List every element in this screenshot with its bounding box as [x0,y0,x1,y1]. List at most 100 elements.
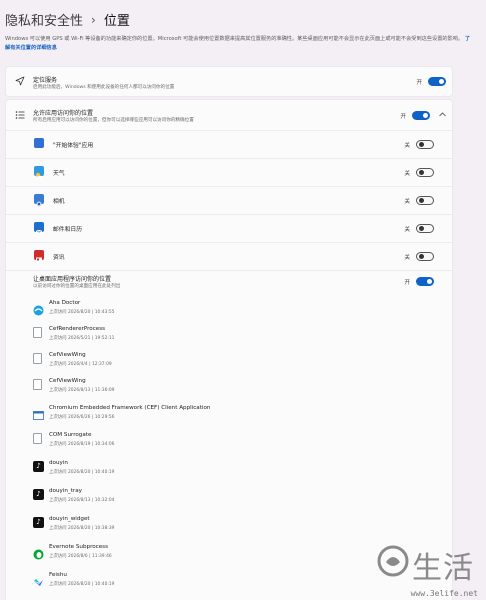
app-row-mail: 邮件和日历 关 [6,215,452,242]
app-name: Feishu [49,572,67,578]
window-icon [33,406,44,420]
file-icon [33,433,42,444]
page-title: 位置 [103,14,130,29]
breadcrumb-privacy[interactable]: 隐私和安全性 [5,10,83,29]
app-name: douyin_tray [49,488,82,494]
app-access-title: 允许应用访问你的位置 [33,110,94,117]
app-access-header[interactable]: 允许应用访问你的位置 所有启用应用可以访问你的位置，但你可以选择哪些应用可以访问… [6,100,452,130]
douyin-icon: ♪ [33,517,44,528]
last-access-time: 上次访问 2026/8/13 | 10:32:04 [49,498,115,503]
app-name: Aha Doctor [49,300,81,306]
app-name: Evernote Subprocess [49,544,109,550]
chevron-up-icon[interactable] [439,111,446,119]
app-access-state: 开 [400,113,406,120]
description-text: Windows 可以使用 GPS 或 Wi-Fi 等设备的功能来确定你的位置。M… [5,36,464,42]
weather-icon [34,166,44,180]
app-row-weather: 天气 关 [6,159,452,186]
page-header: 隐私和安全性 › 位置 [5,10,130,30]
desktop-access-toggle-group: 开 [402,277,434,286]
douyin-icon: ♪ [33,489,44,500]
last-access-time: 上次访问 2026/8/20 | 10:38:39 [49,526,115,531]
app-toggle-weather[interactable] [416,168,434,177]
app-state: 关 [404,170,410,177]
list-icon [14,110,26,122]
app-toggle-group: 关 [402,252,434,261]
desktop-access-toggle[interactable] [416,277,434,286]
last-access-time: 上次访问 2026/8/19 | 10:34:06 [49,442,115,447]
app-name: CefViewWing [49,378,86,384]
desktop-app-row: Chromium Embedded Framework (CEF) Client… [6,401,452,426]
location-services-toggle-group: 开 [414,77,446,86]
news-icon [34,250,44,263]
last-access-time: 上次访问 2026/8/6 | 11:39:46 [49,554,112,559]
app-toggle-group: 关 [402,140,434,149]
app-toggle-group: 关 [402,196,434,205]
app-access-toggle-group: 开 [398,111,430,120]
app-access-subtitle: 所有启用应用可以访问你的位置，但你可以选择哪些应用可以访问你的精确位置 [33,118,194,123]
app-name: 资讯 [53,255,65,261]
location-services-subtitle: 启用此功能后，Windows 和使用此设备的任何人都可以访问你的位置 [33,85,175,90]
location-services-state: 开 [416,79,422,86]
watermark: 生活 www.3elife.net [374,540,482,598]
desktop-app-row: ♪ douyin 上次访问 2026/8/20 | 10:40:19 [6,456,452,481]
app-toggle-group: 关 [402,224,434,233]
toggle-knob [427,279,432,284]
toggle-knob [423,113,428,118]
toggle-knob [439,79,444,84]
file-icon [33,353,42,364]
app-toggle-group: 关 [402,168,434,177]
app-name: Chromium Embedded Framework (CEF) Client… [49,405,211,411]
toggle-knob [419,170,424,175]
app-name: CefRendererProcess [49,326,106,332]
app-name: "开始体验"应用 [53,143,94,149]
app-name: 相机 [53,199,65,205]
app-toggle-mail[interactable] [416,224,434,233]
app-row-news: 资讯 关 [6,243,452,270]
app-name: douyin_widget [49,516,90,522]
app-toggle-news[interactable] [416,252,434,261]
toggle-knob [419,198,424,203]
app-access-toggle[interactable] [412,111,430,120]
location-arrow-icon [14,76,26,88]
douyin-icon: ♪ [33,461,44,472]
desktop-app-row: COM Surrogate 上次访问 2026/8/19 | 10:34:06 [6,428,452,453]
desktop-app-row: CefRendererProcess 上次访问 2026/5/21 | 19:5… [6,322,452,347]
aha-doctor-icon [33,301,44,316]
breadcrumb-separator: › [91,12,96,27]
app-state: 关 [404,254,410,261]
desktop-access-header: 让桌面应用程序访问你的位置 以前访问过你的位置的桌面应用在此处列出 开 [6,271,452,297]
last-access-time: 上次访问 2026/8/20 | 10:43:55 [49,310,115,315]
app-name: COM Surrogate [49,432,92,438]
last-access-time: 上次访问 2026/5/21 | 19:52:11 [49,336,115,341]
app-name: 天气 [53,171,65,177]
app-toggle-get-started[interactable] [416,140,434,149]
app-access-card: 允许应用访问你的位置 所有启用应用可以访问你的位置，但你可以选择哪些应用可以访问… [5,99,453,600]
app-row-get-started: "开始体验"应用 关 [6,131,452,158]
last-access-time: 上次访问 2026/8/20 | 10:40:19 [49,582,115,587]
desktop-access-state: 开 [404,279,410,286]
mail-icon [34,222,44,234]
desktop-access-title: 让桌面应用程序访问你的位置 [33,276,112,283]
app-toggle-camera[interactable] [416,196,434,205]
location-services-toggle[interactable] [428,77,446,86]
last-access-time: 上次访问 2026/4/4 | 12:37:09 [49,362,112,367]
location-services-card: 定位服务 启用此功能后，Windows 和使用此设备的任何人都可以访问你的位置 … [5,66,453,97]
app-name: 邮件和日历 [53,227,82,233]
file-icon [33,379,42,390]
page-description: Windows 可以使用 GPS 或 Wi-Fi 等设备的功能来确定你的位置。M… [5,35,473,53]
camera-icon [34,194,44,207]
desktop-app-row: CefViewWing 上次访问 2026/4/4 | 12:37:09 [6,348,452,373]
app-row-camera: 相机 关 [6,187,452,214]
app-name: douyin [49,460,68,466]
feishu-icon [33,573,44,586]
location-services-title: 定位服务 [33,77,58,84]
watermark-logo-icon [376,544,412,580]
desktop-app-row: CefViewWing 上次访问 2026/8/13 | 11:36:09 [6,374,452,399]
desktop-access-subtitle: 以前访问过你的位置的桌面应用在此处列出 [33,284,121,289]
last-access-time: 上次访问 2026/6/26 | 10:29:56 [49,415,115,420]
last-access-time: 上次访问 2026/8/20 | 10:40:19 [49,470,115,475]
evernote-icon [33,545,44,560]
desktop-app-row: ♪ douyin_widget 上次访问 2026/8/20 | 10:38:3… [6,512,452,537]
toggle-knob [419,226,424,231]
last-access-time: 上次访问 2026/8/13 | 11:36:09 [49,388,115,393]
